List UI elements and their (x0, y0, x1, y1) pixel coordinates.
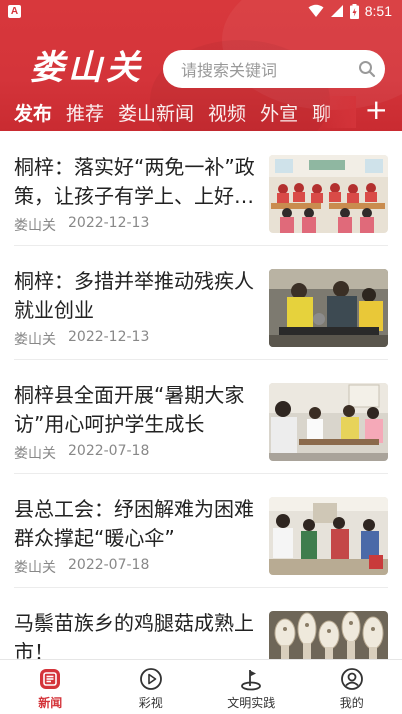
article-date: 2022-07-18 (68, 443, 150, 459)
article-title: 桐梓：多措并举推动残疾人就业创业 (14, 269, 254, 322)
wifi-icon (308, 4, 324, 17)
tabs-fade (320, 96, 356, 128)
article-title: 县总工会：纾困解难为困难群众撑起“暖心伞” (14, 497, 254, 550)
article-source: 娄山关 (14, 218, 56, 234)
app-header: A 8:51 娄山关 请搜索关键词 发布 推荐 娄山新闻 视频 外宣 + (0, 0, 402, 131)
article-date: 2022-12-13 (68, 215, 150, 231)
battery-icon (349, 3, 359, 19)
article-title: 马鬃苗族乡的鸡腿菇成熟上市！ (14, 611, 254, 659)
article-item[interactable]: 县总工会：纾困解难为困难群众撑起“暖心伞” 娄山关 2022-07-18 (14, 473, 388, 587)
flag-icon (241, 670, 262, 691)
nav-profile[interactable]: 我的 (302, 660, 402, 714)
status-icons: 8:51 (308, 3, 392, 19)
article-meta: 娄山关 2022-07-18 (14, 557, 149, 577)
classroom-photo (269, 155, 388, 233)
article-list: 桐梓：落实好“两免一补”政策，让孩子有学上、上好… 娄山关 2022-12-13 (0, 131, 402, 659)
article-source: 娄山关 (14, 332, 56, 348)
workshop-photo (269, 269, 388, 347)
article-date: 2022-12-13 (68, 329, 150, 345)
article-title: 桐梓县全面开展“暑期大家访”用心呵护学生成长 (14, 383, 245, 436)
article-item[interactable]: 桐梓：多措并举推动残疾人就业创业 娄山关 2022-12-13 (14, 245, 388, 359)
nav-video[interactable]: 彩视 (101, 660, 202, 714)
add-channel-button[interactable]: + (365, 96, 388, 124)
tab-publish[interactable]: 发布 (14, 99, 52, 126)
tab-video[interactable]: 视频 (208, 99, 246, 126)
app-notification-icon: A (8, 5, 21, 18)
nav-civilization-practice[interactable]: 文明实践 (201, 660, 302, 714)
nav-label: 新闻 (38, 696, 63, 710)
nav-label: 我的 (339, 696, 364, 710)
tab-external-promo[interactable]: 外宣 (260, 99, 298, 126)
article-item[interactable]: 桐梓：落实好“两免一补”政策，让孩子有学上、上好… 娄山关 2022-12-13 (14, 131, 388, 245)
channel-tabs: 发布 推荐 娄山新闻 视频 外宣 聊 (0, 96, 356, 128)
search-input[interactable]: 请搜索关键词 (181, 57, 349, 81)
article-title: 桐梓：落实好“两免一补”政策，让孩子有学上、上好… (14, 155, 255, 208)
bottom-navigation: 新闻 彩视 文明实践 我的 (0, 659, 402, 714)
nav-news[interactable]: 新闻 (0, 660, 101, 714)
tab-loushan-news[interactable]: 娄山新闻 (118, 99, 194, 126)
search-icon[interactable] (349, 60, 385, 78)
article-meta: 娄山关 2022-12-13 (14, 215, 149, 235)
user-icon (340, 668, 363, 690)
news-icon (40, 669, 61, 689)
article-item[interactable]: 桐梓县全面开展“暑期大家访”用心呵护学生成长 娄山关 2022-07-18 (14, 359, 388, 473)
mushroom-photo (269, 611, 388, 659)
signal-icon (330, 5, 343, 17)
play-icon (139, 668, 162, 690)
article-date: 2022-07-18 (68, 557, 150, 573)
nav-label: 彩视 (138, 696, 163, 710)
app-logo: 娄山关 (30, 48, 144, 88)
clock: 8:51 (364, 3, 392, 19)
status-bar: A 8:51 (0, 0, 402, 24)
article-source: 娄山关 (14, 446, 56, 462)
article-meta: 娄山关 2022-07-18 (14, 443, 149, 463)
article-meta: 娄山关 2022-12-13 (14, 329, 149, 349)
article-item[interactable]: 马鬃苗族乡的鸡腿菇成熟上市！ (14, 587, 388, 659)
home-visit-photo (269, 383, 388, 461)
article-source: 娄山关 (14, 560, 56, 576)
tab-recommend[interactable]: 推荐 (66, 99, 104, 126)
union-visit-photo (269, 497, 388, 575)
nav-label: 文明实践 (227, 696, 276, 710)
search-bar[interactable]: 请搜索关键词 (163, 50, 385, 88)
